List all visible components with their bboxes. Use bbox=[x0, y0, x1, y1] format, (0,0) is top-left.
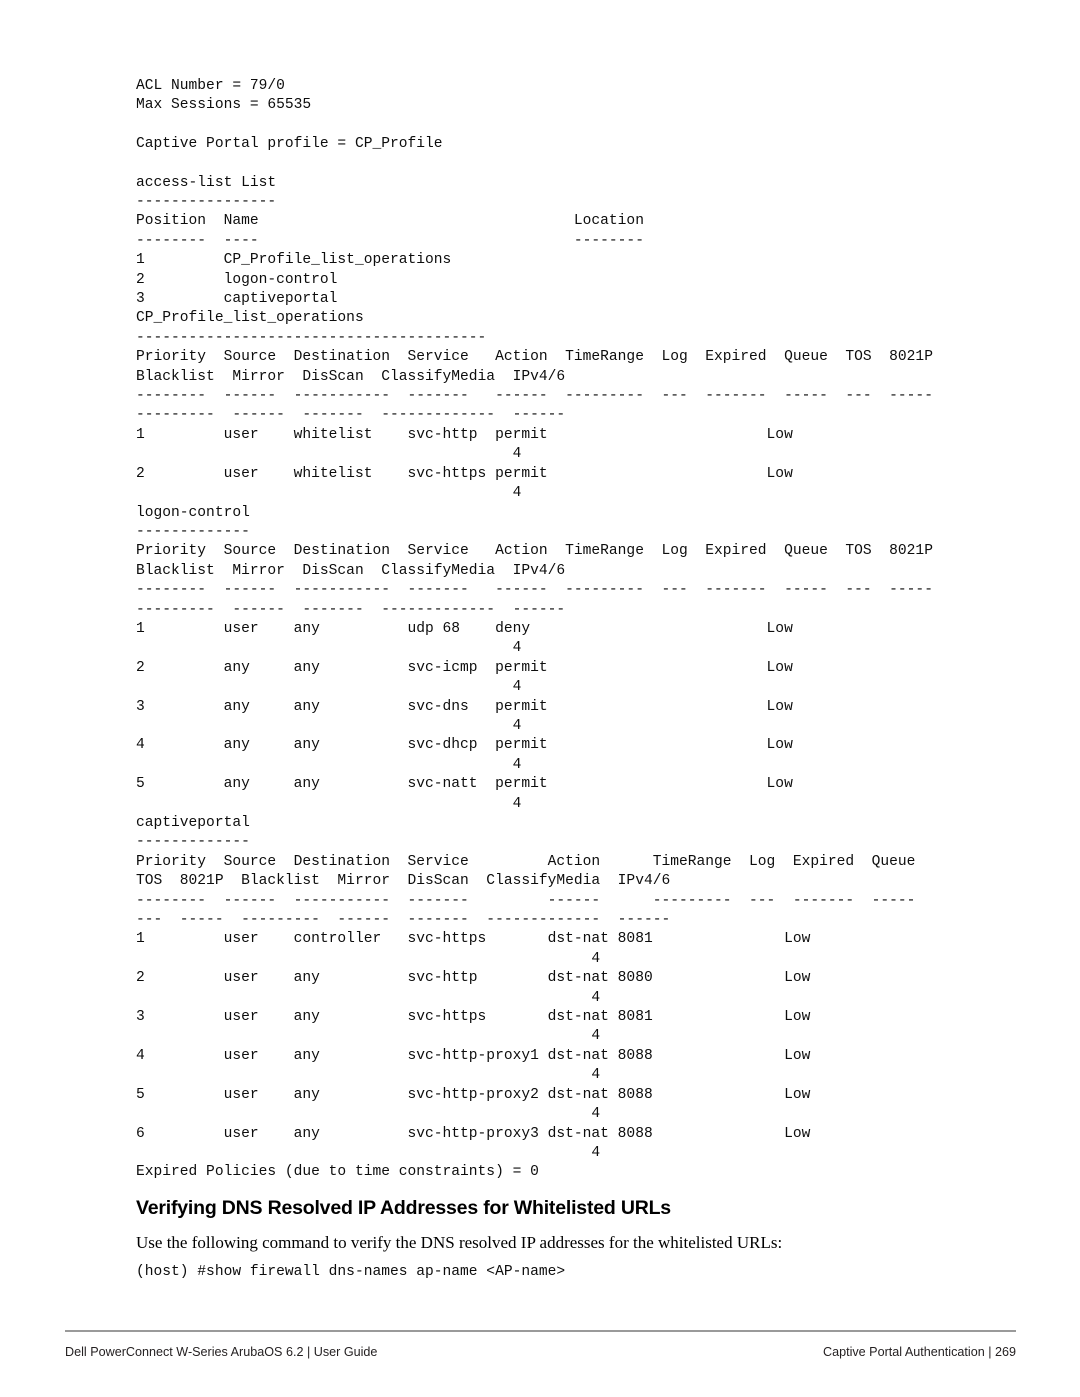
cli-line: 3 user any svc-https dst-nat 8081 Low bbox=[136, 1009, 811, 1026]
cli-line: access-list List bbox=[136, 174, 277, 191]
cli-line: 4 bbox=[136, 1028, 601, 1045]
cli-line: 2 user whitelist svc-https permit Low bbox=[136, 465, 793, 482]
cli-line: 1 user whitelist svc-http permit Low bbox=[136, 426, 793, 443]
cli-line: -------- ------ ----------- ------- ----… bbox=[136, 892, 916, 909]
cli-line: 1 user controller svc-https dst-nat 8081… bbox=[136, 931, 811, 948]
cli-line bbox=[136, 115, 1036, 134]
cli-line: 4 bbox=[136, 679, 522, 696]
cli-line: Expired Policies (due to time constraint… bbox=[136, 1164, 539, 1181]
cli-output-block: ACL Number = 79/0 Max Sessions = 65535 Ca… bbox=[136, 77, 1036, 1183]
cli-line: 4 bbox=[136, 1067, 601, 1084]
cli-line: Max Sessions = 65535 bbox=[136, 97, 312, 113]
cli-line: 4 bbox=[136, 485, 522, 502]
cli-line: 4 bbox=[136, 756, 522, 773]
cli-line: -------- ------ ----------- ------- ----… bbox=[136, 582, 933, 599]
cli-line: Blacklist Mirror DisScan ClassifyMedia I… bbox=[136, 562, 566, 579]
cli-line: ---------------- bbox=[136, 194, 277, 210]
cli-line: logon-control bbox=[136, 504, 250, 521]
document-page: ACL Number = 79/0 Max Sessions = 65535 Ca… bbox=[0, 0, 1080, 1397]
cli-line: 1 user any udp 68 deny Low bbox=[136, 620, 793, 637]
cli-line bbox=[136, 154, 1036, 173]
cli-line: 1 CP_Profile_list_operations bbox=[136, 252, 452, 269]
cli-line: ---------------------------------------- bbox=[136, 329, 487, 346]
cli-line: Captive Portal profile = CP_Profile bbox=[136, 135, 443, 152]
footer-chapter-and-page: Captive Portal Authentication | 269 bbox=[822, 1345, 1016, 1359]
cli-line: Priority Source Destination Service Acti… bbox=[136, 853, 916, 870]
cli-line: Priority Source Destination Service Acti… bbox=[136, 349, 933, 366]
cli-line: Position Name Location bbox=[136, 213, 644, 230]
cli-line: 4 bbox=[136, 717, 522, 734]
cli-line: --------- ------ ------- ------------- -… bbox=[136, 407, 566, 424]
cli-line: 4 bbox=[136, 446, 522, 463]
cli-command-line: (host) #show firewall dns-names ap-name … bbox=[136, 1264, 566, 1280]
cli-line: Priority Source Destination Service Acti… bbox=[136, 543, 933, 560]
cli-line: 3 any any svc-dns permit Low bbox=[136, 698, 793, 715]
cli-line: 4 bbox=[136, 640, 522, 657]
cli-line: 5 any any svc-natt permit Low bbox=[136, 776, 793, 793]
cli-line: 2 logon-control bbox=[136, 271, 338, 288]
cli-line: 4 user any svc-http-proxy1 dst-nat 8088 … bbox=[136, 1047, 811, 1064]
section-heading: Verifying DNS Resolved IP Addresses for … bbox=[136, 1197, 671, 1219]
section-paragraph: Use the following command to verify the … bbox=[136, 1233, 783, 1252]
cli-line: captiveportal bbox=[136, 815, 250, 831]
cli-line: 4 bbox=[136, 1106, 601, 1123]
page-footer: Dell PowerConnect W-Series ArubaOS 6.2 |… bbox=[65, 1344, 1016, 1360]
footer-divider bbox=[65, 1330, 1016, 1332]
cli-line: ACL Number = 79/0 bbox=[136, 77, 285, 94]
cli-line: 5 user any svc-http-proxy2 dst-nat 8088 … bbox=[136, 1086, 811, 1103]
cli-line: 3 captiveportal bbox=[136, 291, 338, 308]
cli-line: --------- ------ ------- ------------- -… bbox=[136, 601, 566, 618]
cli-line: 2 user any svc-http dst-nat 8080 Low bbox=[136, 970, 811, 987]
cli-line: --- ----- --------- ------ ------- -----… bbox=[136, 912, 671, 929]
cli-line: 4 any any svc-dhcp permit Low bbox=[136, 737, 793, 754]
cli-line: 4 bbox=[136, 795, 522, 812]
footer-product-title: Dell PowerConnect W-Series ArubaOS 6.2 |… bbox=[65, 1345, 378, 1359]
cli-line: 2 any any svc-icmp permit Low bbox=[136, 659, 793, 676]
cli-line: ------------- bbox=[136, 834, 250, 851]
cli-line: -------- ------ ----------- ------- ----… bbox=[136, 388, 933, 405]
cli-line: 4 bbox=[136, 989, 601, 1006]
cli-line: TOS 8021P Blacklist Mirror DisScan Class… bbox=[136, 873, 671, 890]
cli-line: 6 user any svc-http-proxy3 dst-nat 8088 … bbox=[136, 1125, 811, 1142]
cli-line: CP_Profile_list_operations bbox=[136, 310, 364, 327]
cli-line: 4 bbox=[136, 1144, 601, 1161]
cli-line: -------- ---- -------- bbox=[136, 232, 644, 249]
cli-line: Blacklist Mirror DisScan ClassifyMedia I… bbox=[136, 368, 566, 385]
cli-line: 4 bbox=[136, 950, 601, 967]
cli-line: ------------- bbox=[136, 523, 250, 540]
